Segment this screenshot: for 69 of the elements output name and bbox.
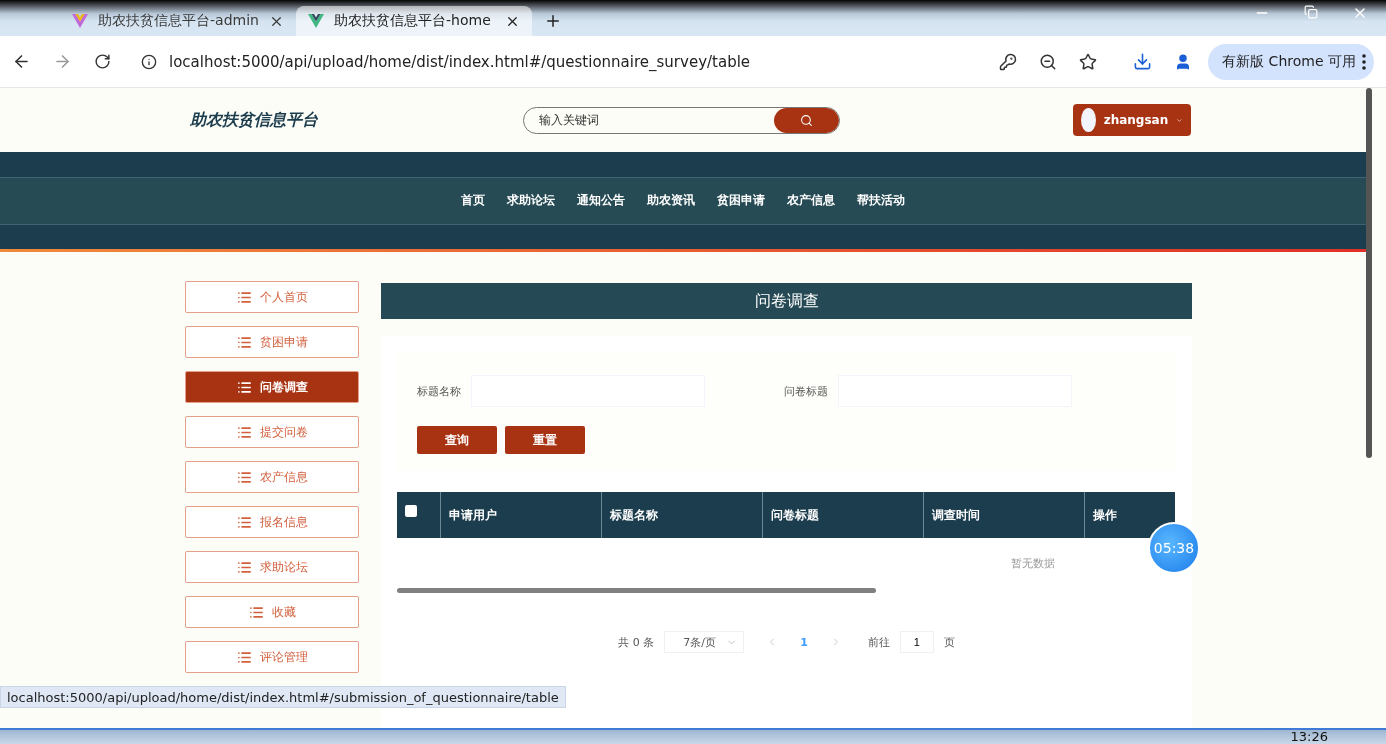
- sidebar-item[interactable]: 收藏: [185, 596, 359, 628]
- sidebar-item[interactable]: 报名信息: [185, 506, 359, 538]
- nav-link[interactable]: 帮扶活动: [857, 192, 905, 209]
- empty-message: 暂无数据: [1011, 555, 1055, 571]
- list-icon: [236, 289, 252, 305]
- column-header: 标题名称: [602, 492, 763, 538]
- back-icon[interactable]: [12, 52, 31, 71]
- horizontal-scrollbar[interactable]: [397, 588, 876, 593]
- reset-button[interactable]: 重置: [505, 426, 585, 454]
- sidebar-item[interactable]: 贫困申请: [185, 326, 359, 358]
- list-icon: [236, 469, 252, 485]
- goto-label: 前往: [867, 634, 890, 650]
- column-header: 操作: [1092, 506, 1118, 524]
- info-icon[interactable]: [141, 53, 157, 70]
- sidebar-item[interactable]: 个人首页: [185, 281, 359, 313]
- column-header: 申请用户: [441, 492, 602, 538]
- column-header: 问卷标题: [763, 492, 924, 538]
- goto-page-field[interactable]: 1: [899, 631, 934, 653]
- download-icon[interactable]: [1133, 52, 1153, 71]
- search-button[interactable]: [774, 107, 839, 133]
- restore-icon[interactable]: [1304, 5, 1318, 19]
- page-suffix: 页: [943, 634, 955, 650]
- nav-link[interactable]: 首页: [461, 192, 485, 209]
- menu-icon: [1362, 53, 1366, 70]
- list-icon: [236, 559, 252, 575]
- list-icon: [236, 424, 252, 440]
- sidebar-item[interactable]: 农产信息: [185, 461, 359, 493]
- taskbar-clock: 13:26: [1290, 730, 1328, 744]
- user-menu-button[interactable]: zhangsan: [1073, 104, 1191, 136]
- bookmark-star-icon[interactable]: [1079, 52, 1098, 71]
- vertical-scrollbar[interactable]: [1366, 88, 1372, 458]
- sidebar-item[interactable]: 问卷调查: [185, 371, 359, 403]
- nav-link[interactable]: 求助论坛: [507, 192, 555, 209]
- vue-logo-icon: [72, 14, 88, 28]
- key-icon[interactable]: [999, 52, 1018, 71]
- field-label: 标题名称: [417, 383, 462, 399]
- list-icon: [236, 514, 252, 530]
- list-icon: [236, 334, 252, 350]
- query-button[interactable]: 查询: [417, 426, 497, 454]
- forward-icon[interactable]: [53, 52, 72, 71]
- browser-tab[interactable]: 助农扶贫信息平台-admin: [60, 6, 296, 36]
- status-url: localhost:5000/api/upload/home/dist/index.html#/submission_of_questionnaire/table: [0, 686, 566, 708]
- nav-link[interactable]: 通知公告: [577, 192, 625, 209]
- page-title: 问卷调查: [381, 283, 1192, 319]
- browser-tab[interactable]: 助农扶贫信息平台-home: [296, 6, 532, 36]
- new-tab-icon[interactable]: [544, 12, 562, 30]
- nav-link[interactable]: 助农资讯: [647, 192, 695, 209]
- site-title: 助农扶贫信息平台: [190, 109, 319, 131]
- list-icon: [236, 649, 252, 665]
- field-label: 问卷标题: [784, 383, 829, 399]
- vue-logo-icon: [308, 14, 324, 28]
- column-header: 调查时间: [924, 492, 1085, 538]
- update-chrome-button[interactable]: 有新版 Chrome 可用: [1208, 43, 1374, 80]
- list-icon: [236, 379, 252, 395]
- nav-link[interactable]: 贫困申请: [717, 192, 765, 209]
- select-all-checkbox[interactable]: [405, 505, 417, 517]
- sidebar-item[interactable]: 评论管理: [185, 641, 359, 673]
- sidebar-item[interactable]: 求助论坛: [185, 551, 359, 583]
- total-count: 共 0 条: [618, 634, 655, 650]
- search-field[interactable]: 输入关键词: [524, 107, 774, 133]
- reload-icon[interactable]: [94, 53, 111, 70]
- nav-link[interactable]: 农产信息: [787, 192, 835, 209]
- search-icon: [800, 113, 813, 127]
- list-icon: [248, 604, 264, 620]
- avatar-icon: [1081, 108, 1096, 132]
- sidebar-item[interactable]: 提交问卷: [185, 416, 359, 448]
- zoom-out-icon[interactable]: [1039, 52, 1058, 71]
- address-bar[interactable]: localhost:5000/api/upload/home/dist/index.html#/questionnaire_survey/table: [169, 52, 978, 71]
- page-size-select[interactable]: 7条/页: [664, 631, 745, 653]
